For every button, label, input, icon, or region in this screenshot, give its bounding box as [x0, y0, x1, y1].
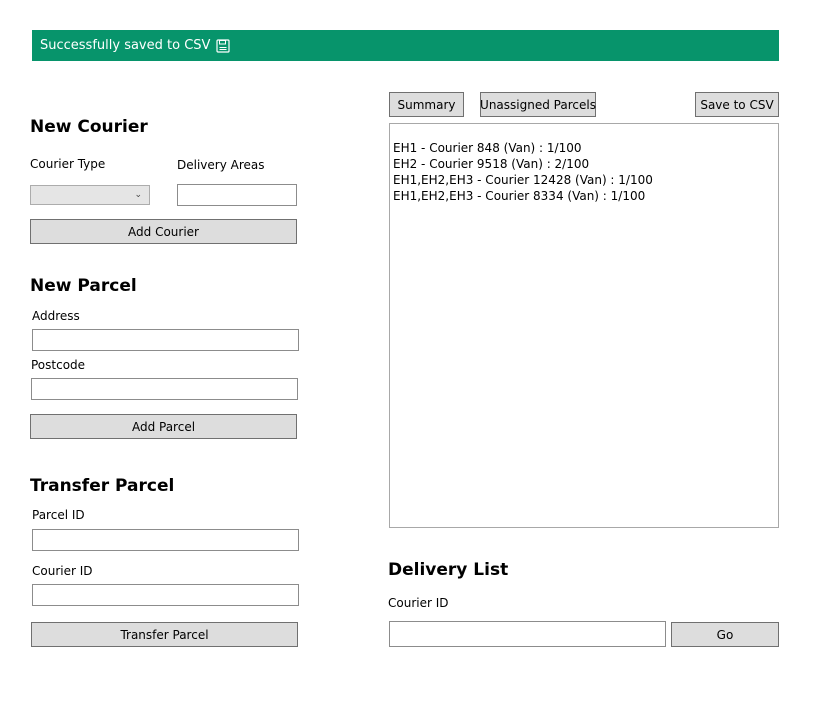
new-courier-heading: New Courier [30, 117, 148, 137]
go-button[interactable]: Go [671, 622, 779, 647]
delivery-areas-label: Delivery Areas [177, 158, 265, 172]
postcode-input[interactable] [31, 378, 298, 400]
new-parcel-heading: New Parcel [30, 276, 137, 296]
save-to-csv-button[interactable]: Save to CSV [695, 92, 779, 117]
address-input[interactable] [32, 329, 299, 351]
add-courier-button[interactable]: Add Courier [30, 219, 297, 244]
courier-id-label: Courier ID [32, 564, 93, 578]
list-item[interactable]: EH2 - Courier 9518 (Van) : 2/100 [393, 156, 778, 172]
list-item[interactable]: EH1 - Courier 848 (Van) : 1/100 [393, 140, 778, 156]
summary-list-box[interactable]: EH1 - Courier 848 (Van) : 1/100 EH2 - Co… [389, 123, 779, 528]
courier-type-label: Courier Type [30, 157, 106, 171]
delivery-areas-input[interactable] [177, 184, 297, 206]
summary-button[interactable]: Summary [389, 92, 464, 117]
save-icon [216, 38, 231, 53]
delivery-courier-id-label: Courier ID [388, 596, 449, 610]
transfer-parcel-button[interactable]: Transfer Parcel [31, 622, 298, 647]
status-bar: Successfully saved to CSV [32, 30, 779, 61]
list-item[interactable]: EH1,EH2,EH3 - Courier 12428 (Van) : 1/10… [393, 172, 778, 188]
courier-type-dropdown[interactable]: ⌄ [30, 185, 150, 205]
list-item[interactable]: EH1,EH2,EH3 - Courier 8334 (Van) : 1/100 [393, 188, 778, 204]
chevron-down-icon: ⌄ [134, 190, 142, 200]
add-parcel-button[interactable]: Add Parcel [30, 414, 297, 439]
address-label: Address [32, 309, 80, 323]
transfer-courier-id-input[interactable] [32, 584, 299, 606]
postcode-label: Postcode [31, 358, 86, 372]
status-message: Successfully saved to CSV [40, 38, 211, 53]
parcel-id-input[interactable] [32, 529, 299, 551]
delivery-courier-id-input[interactable] [389, 621, 666, 647]
transfer-parcel-heading: Transfer Parcel [30, 476, 175, 496]
parcel-id-label: Parcel ID [32, 508, 85, 522]
unassigned-parcels-button[interactable]: Unassigned Parcels [480, 92, 596, 117]
delivery-list-heading: Delivery List [388, 560, 509, 580]
